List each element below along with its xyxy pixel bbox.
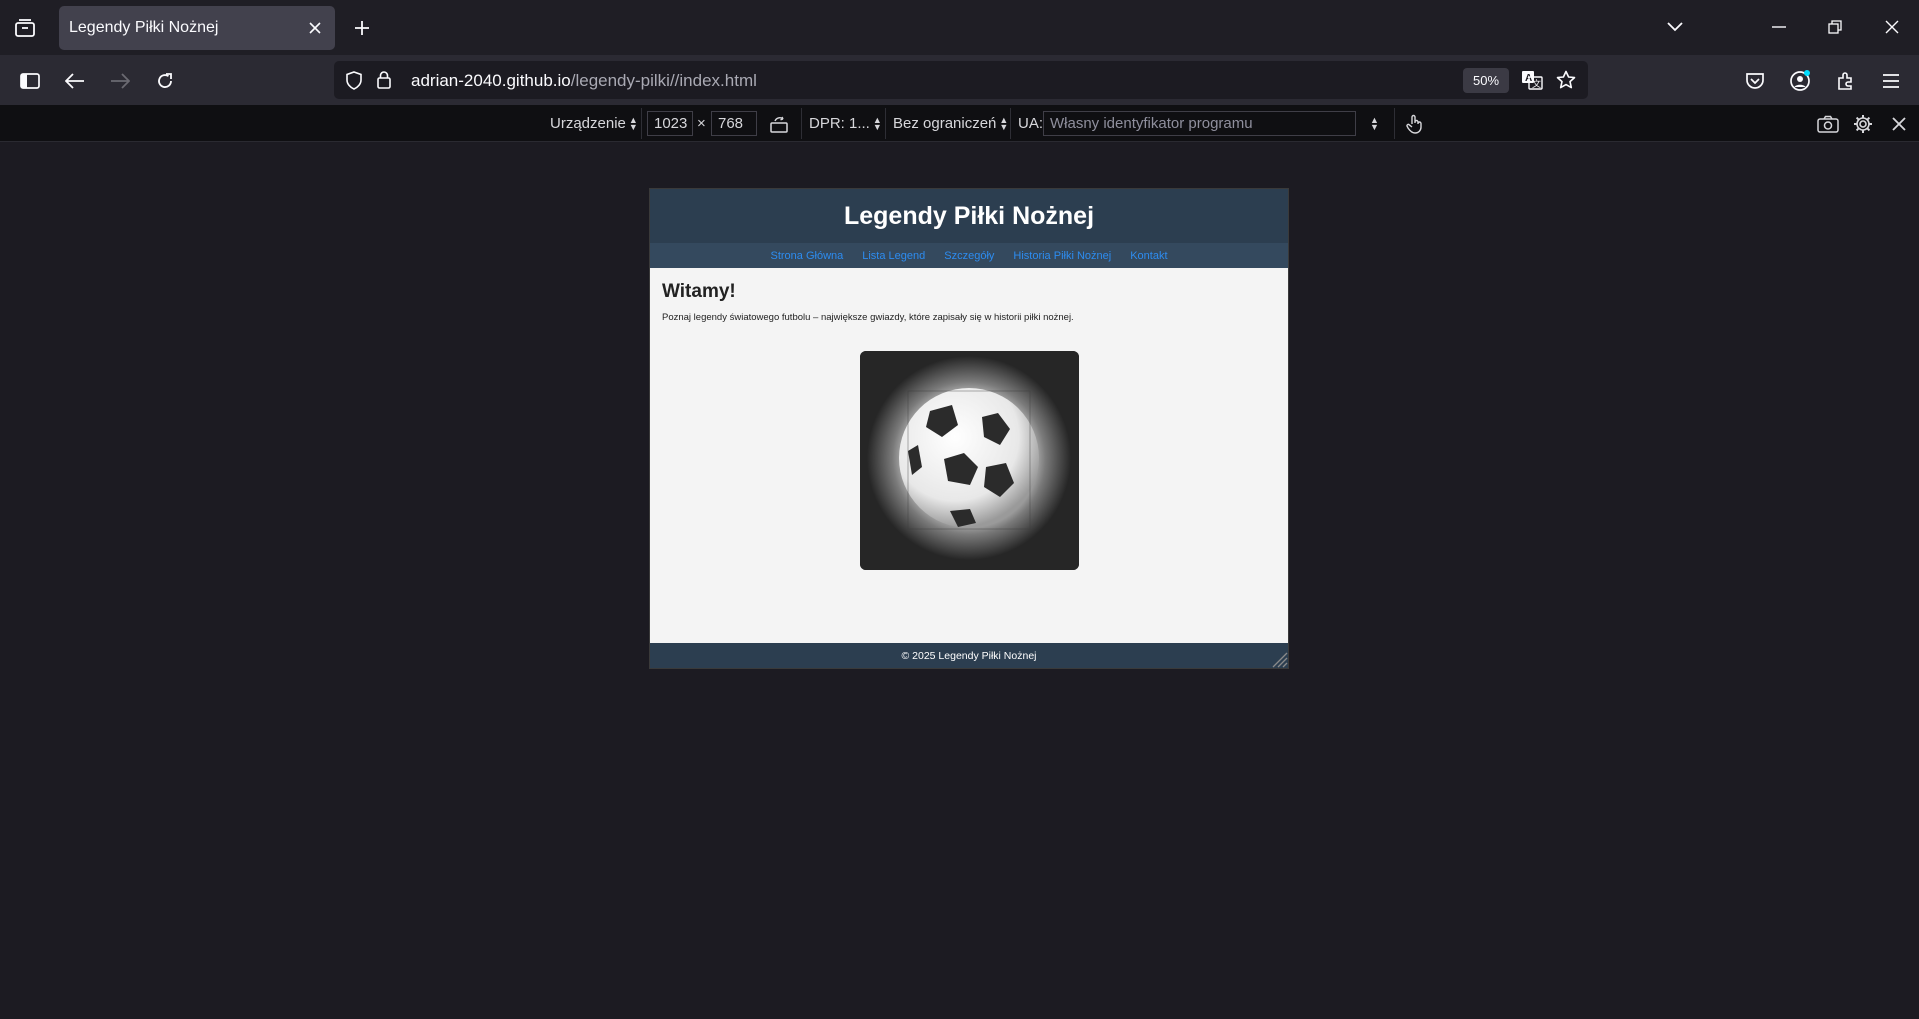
pocket-icon[interactable] xyxy=(1740,66,1770,96)
minimize-icon[interactable] xyxy=(1764,13,1794,41)
throttling-selector[interactable]: Bez ograniczeń ▲ ▼ xyxy=(893,105,1008,142)
viewport-width-input[interactable]: 1023 xyxy=(647,111,693,136)
close-rdm-icon[interactable] xyxy=(1892,105,1906,142)
screenshot-icon[interactable] xyxy=(1817,105,1839,142)
url-text[interactable]: adrian-2040.github.io/legendy-pilki//ind… xyxy=(411,71,757,91)
sidebar-icon[interactable] xyxy=(15,66,45,96)
url-bar[interactable]: adrian-2040.github.io/legendy-pilki//ind… xyxy=(334,61,1588,99)
tab-overview-icon[interactable] xyxy=(10,14,40,42)
navigation-toolbar: adrian-2040.github.io/legendy-pilki//ind… xyxy=(0,55,1919,105)
tracking-protection-shield-icon[interactable] xyxy=(345,71,363,95)
nav-link-home[interactable]: Strona Główna xyxy=(770,250,843,262)
site-nav: Strona Główna Lista Legend Szczegóły His… xyxy=(650,243,1288,268)
separator xyxy=(885,108,886,139)
settings-gear-icon[interactable] xyxy=(1853,105,1873,142)
viewport-height-input[interactable]: 768 xyxy=(711,111,757,136)
url-path: /legendy-pilki//index.html xyxy=(570,71,757,90)
throttling-label: Bez ograniczeń xyxy=(893,115,997,132)
svg-text:文: 文 xyxy=(1532,78,1541,90)
lock-icon[interactable] xyxy=(376,70,392,95)
select-arrows-icon: ▲ ▼ xyxy=(872,114,882,132)
close-tab-icon[interactable] xyxy=(305,18,325,38)
welcome-heading: Witamy! xyxy=(662,281,736,302)
select-arrows-icon: ▲ ▼ xyxy=(999,114,1009,132)
site-footer: © 2025 Legendy Piłki Nożnej xyxy=(650,643,1288,668)
separator xyxy=(1010,108,1011,139)
site-header: Legendy Piłki Nożnej xyxy=(650,189,1288,243)
nav-link-contact[interactable]: Kontakt xyxy=(1130,250,1167,262)
tab-title: Legendy Piłki Nożnej xyxy=(69,19,219,36)
back-icon[interactable] xyxy=(60,66,90,96)
resize-handle-icon[interactable] xyxy=(1270,650,1288,668)
translate-icon[interactable]: A文 xyxy=(1521,70,1543,95)
site-title: Legendy Piłki Nożnej xyxy=(843,201,1095,230)
device-label: Urządzenie xyxy=(550,115,626,132)
extensions-icon[interactable] xyxy=(1831,66,1861,96)
dpr-label: DPR: 1... xyxy=(809,115,870,132)
new-tab-icon[interactable] xyxy=(348,14,376,42)
rotate-icon[interactable] xyxy=(769,105,789,142)
nav-link-details[interactable]: Szczegóły xyxy=(944,250,994,262)
nav-link-history[interactable]: Historia Piłki Nożnej xyxy=(1013,250,1111,262)
dpr-selector[interactable]: DPR: 1... ▲ ▼ xyxy=(809,105,882,142)
forward-icon[interactable] xyxy=(105,66,135,96)
ua-label: UA: xyxy=(1018,115,1044,132)
restore-icon[interactable] xyxy=(1820,13,1850,41)
nav-link-legend-list[interactable]: Lista Legend xyxy=(862,250,925,262)
responsive-design-toolbar: Urządzenie ▲ ▼ 1023 × 768 DPR: 1... ▲ ▼ Be… xyxy=(0,105,1919,142)
close-window-icon[interactable] xyxy=(1877,13,1907,41)
account-icon[interactable] xyxy=(1785,66,1815,96)
zoom-indicator[interactable]: 50% xyxy=(1463,68,1509,93)
active-tab[interactable]: Legendy Piłki Nożnej xyxy=(59,6,335,50)
select-arrows-icon: ▲ ▼ xyxy=(628,114,638,132)
user-agent-input[interactable]: Własny identyfikator programu xyxy=(1043,111,1356,136)
site-main: Witamy! Poznaj legendy światowego futbol… xyxy=(662,281,1276,323)
separator xyxy=(641,108,642,139)
intro-text: Poznaj legendy światowego futbolu – najw… xyxy=(662,312,1074,323)
touch-simulation-icon[interactable] xyxy=(1405,105,1423,142)
list-all-tabs-icon[interactable] xyxy=(1660,13,1690,41)
separator xyxy=(801,108,802,139)
url-host: adrian-2040.github.io xyxy=(411,71,571,90)
soccer-ball-image xyxy=(860,351,1079,570)
device-viewport: Legendy Piłki Nożnej Strona Główna Lista… xyxy=(649,188,1289,669)
reload-icon[interactable] xyxy=(150,66,180,96)
separator xyxy=(1394,108,1395,139)
dimension-times: × xyxy=(697,115,706,132)
menu-icon[interactable] xyxy=(1876,66,1906,96)
tab-strip: Legendy Piłki Nożnej xyxy=(0,0,1919,55)
ua-arrows-icon[interactable]: ▲ ▼ xyxy=(1367,105,1379,142)
device-selector[interactable]: Urządzenie ▲ ▼ xyxy=(550,105,638,142)
bookmark-star-icon[interactable] xyxy=(1556,70,1576,95)
